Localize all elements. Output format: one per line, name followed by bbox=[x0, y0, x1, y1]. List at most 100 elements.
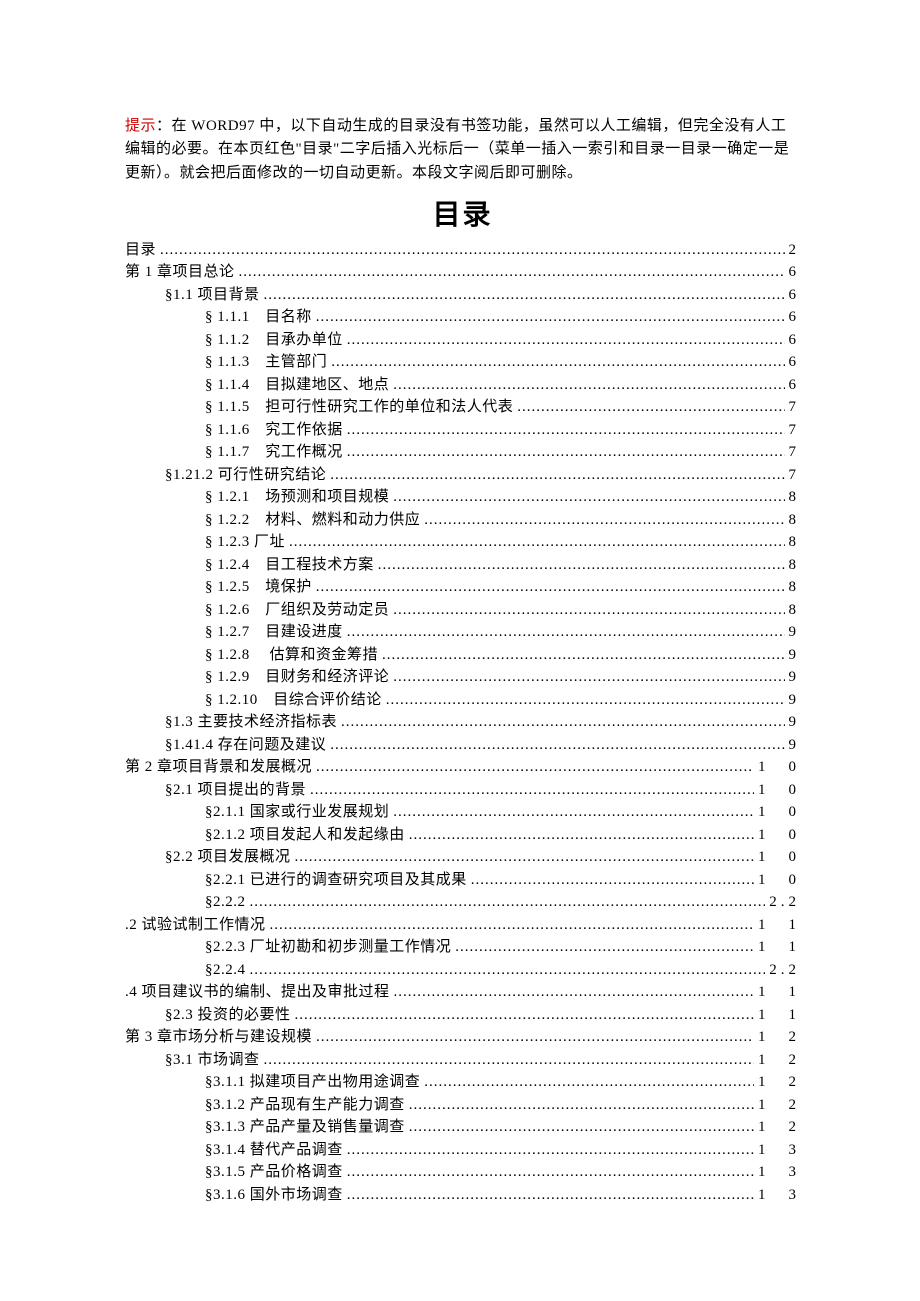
toc-entry-label: 第 3 章市场分析与建设规模 bbox=[125, 1026, 312, 1049]
toc-entry-label: §3.1.5 产品价格调查 bbox=[205, 1161, 343, 1184]
toc-entry: §2.2 项目发展概况 1 0 bbox=[125, 846, 800, 869]
toc-entry-page: 9 bbox=[789, 666, 801, 689]
toc-entry-page: 8 bbox=[789, 509, 801, 532]
toc-entry-page: 1 1 bbox=[758, 936, 800, 959]
toc-entry-page: 6 bbox=[789, 284, 801, 307]
toc-entry-label: 第 1 章项目总论 bbox=[125, 261, 235, 284]
toc-entry-label: §2.2.3 厂址初勘和初步测量工作情况 bbox=[205, 936, 451, 959]
toc-entry-label: §2.2 项目发展概况 bbox=[165, 846, 291, 869]
toc-entry-label: §2.1 项目提出的背景 bbox=[165, 779, 306, 802]
toc-entry-label: § 1.1.3 主管部门 bbox=[205, 351, 327, 374]
toc-entry: § 1.1.5 担可行性研究工作的单位和法人代表7 bbox=[125, 396, 800, 419]
toc-entry: §2.1.1 国家或行业发展规划 1 0 bbox=[125, 801, 800, 824]
toc-entry: §3.1.3 产品产量及销售量调查1 2 bbox=[125, 1116, 800, 1139]
toc-entry-page: 7 bbox=[789, 419, 801, 442]
toc-entry-label: §1.1 项目背景 bbox=[165, 284, 260, 307]
toc-leader-dots bbox=[424, 509, 784, 532]
toc-entry: § 1.2.1 场预测和项目规模8 bbox=[125, 486, 800, 509]
toc-leader-dots bbox=[264, 284, 785, 307]
toc-leader-dots bbox=[250, 891, 766, 914]
toc-leader-dots bbox=[347, 1184, 754, 1207]
toc-entry: § 1.2.8 估算和资金筹措 9 bbox=[125, 644, 800, 667]
toc-leader-dots bbox=[347, 621, 785, 644]
toc-entry-label: §3.1 市场调查 bbox=[165, 1049, 260, 1072]
toc-entry: .2 试验试制工作情况1 1 bbox=[125, 914, 800, 937]
toc-entry-label: § 1.2.6 厂组织及劳动定员 bbox=[205, 599, 389, 622]
toc-entry-label: §3.1.2 产品现有生产能力调查 bbox=[205, 1094, 405, 1117]
toc-entry-label: §2.1.1 国家或行业发展规划 bbox=[205, 801, 389, 824]
toc-entry: 目录 2 bbox=[125, 239, 800, 262]
toc-leader-dots bbox=[347, 1161, 754, 1184]
toc-entry: §1.41.4 存在问题及建议 9 bbox=[125, 734, 800, 757]
toc-entry: §2.2.42.2 bbox=[125, 959, 800, 982]
toc-entry-label: §1.41.4 存在问题及建议 bbox=[165, 734, 326, 757]
toc-leader-dots bbox=[378, 554, 785, 577]
toc-entry-page: 6 bbox=[789, 306, 801, 329]
toc-entry: §3.1.2 产品现有生产能力调查1 2 bbox=[125, 1094, 800, 1117]
toc-leader-dots bbox=[316, 1026, 754, 1049]
toc-entry-label: §3.1.4 替代产品调查 bbox=[205, 1139, 343, 1162]
toc-entry: §1.21.2 可行性研究结论7 bbox=[125, 464, 800, 487]
toc-title: 目录 bbox=[125, 193, 800, 233]
toc-entry-label: §2.2.1 已进行的调查研究项目及其成果 bbox=[205, 869, 467, 892]
toc-entry-page: 1 0 bbox=[758, 756, 800, 779]
toc-leader-dots bbox=[264, 1049, 754, 1072]
toc-entry: § 1.1.3 主管部门 6 bbox=[125, 351, 800, 374]
toc-entry-page: 1 3 bbox=[758, 1184, 800, 1207]
toc-entry-label: §3.1.3 产品产量及销售量调查 bbox=[205, 1116, 405, 1139]
hint-paragraph: 提示：在 WORD97 中，以下自动生成的目录没有书签功能，虽然可以人工编辑，但… bbox=[125, 115, 800, 185]
toc-entry: § 1.2.6 厂组织及劳动定员8 bbox=[125, 599, 800, 622]
toc-entry-page: 8 bbox=[789, 531, 801, 554]
toc-leader-dots bbox=[270, 914, 754, 937]
toc-entry-label: § 1.2.10 目综合评价结论 bbox=[205, 689, 382, 712]
toc-entry-page: 1 0 bbox=[758, 869, 800, 892]
toc-entry-page: 9 bbox=[789, 689, 801, 712]
toc-leader-dots bbox=[347, 1139, 754, 1162]
toc-entry-page: 7 bbox=[789, 396, 801, 419]
toc-leader-dots bbox=[393, 599, 784, 622]
toc-leader-dots bbox=[424, 1071, 754, 1094]
hint-text: 在 WORD97 中，以下自动生成的目录没有书签功能，虽然可以人工编辑，但完全没… bbox=[125, 118, 789, 181]
toc-entry-page: 1 0 bbox=[758, 779, 800, 802]
toc-entry-label: §2.2.2 bbox=[205, 891, 246, 914]
toc-entry-page: 1 2 bbox=[758, 1049, 800, 1072]
toc-entry-page: 1 2 bbox=[758, 1071, 800, 1094]
toc-entry-page: 6 bbox=[789, 351, 801, 374]
toc-entry-label: § 1.2.7 目建设进度 bbox=[205, 621, 343, 644]
toc-entry-label: § 1.2.8 估算和资金筹措 bbox=[205, 644, 378, 667]
toc-entry-label: §3.1.6 国外市场调查 bbox=[205, 1184, 343, 1207]
toc-leader-dots bbox=[393, 666, 784, 689]
toc-entry: § 1.2.7 目建设进度 9 bbox=[125, 621, 800, 644]
toc-entry-label: § 1.1.7 究工作概况 bbox=[205, 441, 343, 464]
toc-leader-dots bbox=[316, 576, 785, 599]
toc-entry-page: 8 bbox=[789, 576, 801, 599]
toc-leader-dots bbox=[393, 801, 754, 824]
toc-leader-dots bbox=[394, 981, 754, 1004]
toc-leader-dots bbox=[316, 756, 754, 779]
toc-entry-label: § 1.2.5 境保护 bbox=[205, 576, 312, 599]
toc-entry-page: 6 bbox=[789, 329, 801, 352]
toc-entry-label: .4 项目建议书的编制、提出及审批过程 bbox=[125, 981, 390, 1004]
toc-entry-label: 目录 bbox=[125, 239, 156, 262]
toc-entry-label: § 1.2.1 场预测和项目规模 bbox=[205, 486, 389, 509]
toc-leader-dots bbox=[330, 464, 784, 487]
toc-entry-page: 1 0 bbox=[758, 801, 800, 824]
toc-entry-page: 1 1 bbox=[758, 981, 800, 1004]
toc-entry: §2.2.3 厂址初勘和初步测量工作情况 1 1 bbox=[125, 936, 800, 959]
toc-entry: § 1.2.9 目财务和经济评论 9 bbox=[125, 666, 800, 689]
toc-entry-page: 9 bbox=[789, 734, 801, 757]
toc-entry-page: 9 bbox=[789, 621, 801, 644]
toc-leader-dots bbox=[455, 936, 754, 959]
toc-entry: 第 3 章市场分析与建设规模1 2 bbox=[125, 1026, 800, 1049]
toc-leader-dots bbox=[341, 711, 784, 734]
toc-entry-page: 2 bbox=[789, 239, 801, 262]
toc-entry-page: 1 0 bbox=[758, 824, 800, 847]
toc-entry: §2.1.2 项目发起人和发起缘由1 0 bbox=[125, 824, 800, 847]
toc-entry-label: § 1.2.9 目财务和经济评论 bbox=[205, 666, 389, 689]
toc-entry: §1.1 项目背景 6 bbox=[125, 284, 800, 307]
toc-entry-page: 1 0 bbox=[758, 846, 800, 869]
toc-entry: §2.2.2 2.2 bbox=[125, 891, 800, 914]
toc-entry-page: 6 bbox=[789, 261, 801, 284]
toc-entry-page: 9 bbox=[789, 644, 801, 667]
toc-entry-page: 2.2 bbox=[769, 891, 800, 914]
